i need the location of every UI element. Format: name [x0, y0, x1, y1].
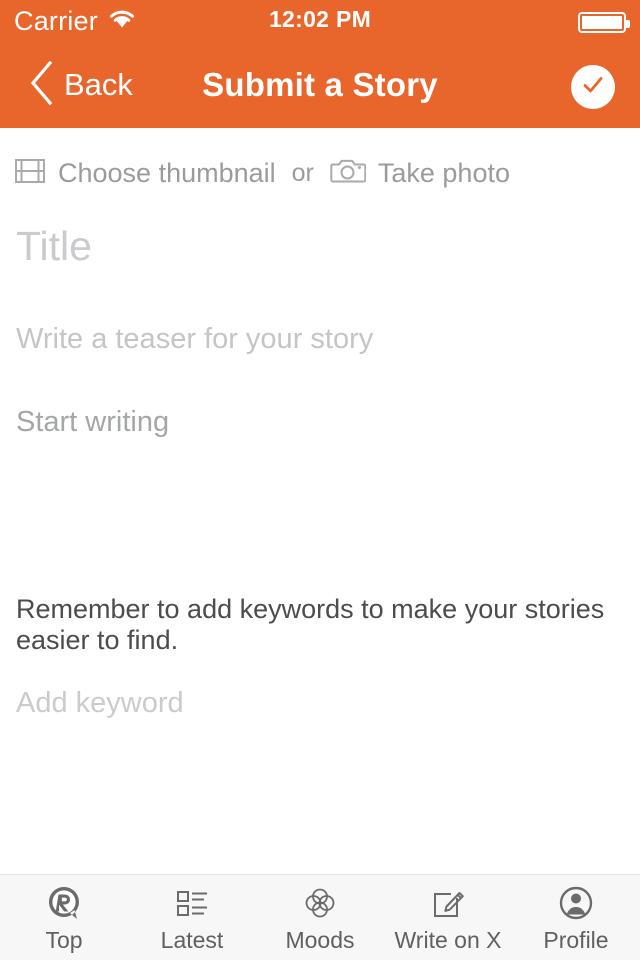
person-circle-icon: [558, 884, 594, 922]
battery-full-icon: [578, 12, 630, 33]
tab-profile[interactable]: Profile: [512, 875, 640, 960]
choose-thumbnail-button[interactable]: Choose thumbnail: [14, 156, 276, 191]
pencil-square-icon: [429, 884, 467, 922]
story-form: Choose thumbnail or Take photo Title Wri…: [0, 129, 640, 874]
list-icon: [174, 884, 210, 922]
take-photo-button[interactable]: Take photo: [330, 156, 510, 191]
tab-write-on-x-label: Write on X: [394, 926, 502, 953]
tab-moods[interactable]: Moods: [256, 875, 384, 960]
take-photo-label: Take photo: [377, 158, 510, 188]
nav-bar: Back Submit a Story: [0, 42, 640, 171]
media-picker-row: Choose thumbnail or Take photo: [14, 156, 510, 191]
clover-icon: [301, 884, 339, 922]
keyword-note: Remember to add keywords to make your st…: [16, 594, 605, 656]
tab-latest[interactable]: Latest: [128, 875, 256, 960]
tab-write-on-x[interactable]: Write on X: [384, 875, 512, 960]
film-strip-icon: [14, 156, 46, 191]
tab-latest-label: Latest: [160, 926, 224, 953]
tab-profile-label: Profile: [543, 926, 609, 953]
title-input[interactable]: Title: [16, 226, 92, 267]
page-title: Submit a Story: [202, 66, 438, 103]
tab-top[interactable]: Top: [0, 875, 128, 960]
body-input[interactable]: Start writing: [16, 408, 169, 437]
clock-label: 12:02 PM: [268, 6, 372, 32]
teaser-input[interactable]: Write a teaser for your story: [16, 325, 373, 354]
checkmark-circle-icon: [578, 70, 608, 105]
camera-icon: [330, 156, 367, 191]
media-or-label: or: [291, 159, 314, 187]
tab-bar: Top Latest Moods Write on X Profile: [0, 874, 640, 960]
status-bar: Carrier 12:02 PM: [0, 0, 640, 42]
tab-moods-label: Moods: [285, 926, 355, 953]
r-badge-icon: [46, 884, 82, 922]
choose-thumbnail-label: Choose thumbnail: [58, 158, 276, 188]
keyword-input[interactable]: Add keyword: [16, 689, 184, 718]
submit-button[interactable]: [571, 65, 615, 109]
tab-top-label: Top: [45, 926, 83, 953]
app-root: Carrier 12:02 PM Back Submit a Story Cho…: [0, 0, 640, 960]
